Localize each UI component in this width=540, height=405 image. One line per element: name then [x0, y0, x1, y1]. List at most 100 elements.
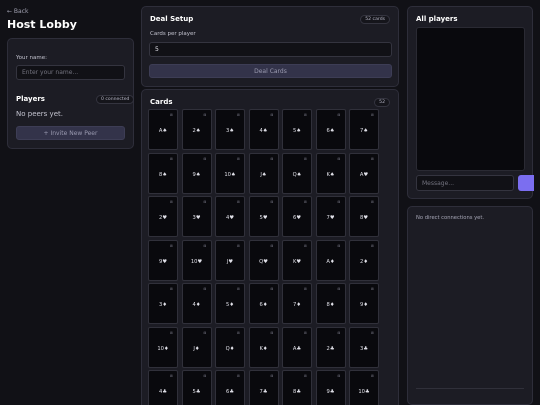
card-select-icon: ⊠ [236, 156, 240, 161]
card[interactable]: ⊠ Q♦ [215, 326, 245, 368]
card-label: 7♠ [360, 128, 368, 134]
card-label: A♣ [292, 345, 302, 352]
send-button[interactable] [518, 175, 534, 191]
card[interactable]: ⊠ 7♥ [315, 196, 346, 237]
card[interactable]: ⊠ 9♠ [181, 152, 212, 194]
card-label: Q♦ [225, 345, 235, 352]
card-label: 5♣ [192, 389, 201, 395]
card[interactable]: ⊠ 3♣ [349, 326, 379, 368]
card-label: Q♠ [292, 171, 302, 178]
card-label: 6♦ [259, 302, 268, 308]
card[interactable]: ⊠ 2♥ [148, 196, 178, 237]
card[interactable]: ⊠ 9♦ [349, 283, 379, 324]
invite-peer-button[interactable]: + Invite New Peer [16, 126, 125, 140]
card[interactable]: ⊠ 4♠ [248, 109, 279, 150]
message-input[interactable] [416, 175, 514, 191]
card[interactable]: ⊠ 8♠ [148, 152, 178, 194]
card[interactable]: ⊠ J♠ [248, 152, 279, 194]
card[interactable]: ⊠ 4♦ [181, 283, 212, 324]
card-label: 6♥ [293, 215, 301, 221]
card[interactable]: ⊠ 2♦ [349, 239, 379, 281]
card[interactable]: ⊠ K♥ [282, 239, 312, 281]
back-link[interactable]: ← Back [7, 8, 29, 15]
card[interactable]: ⊠ 3♥ [181, 196, 212, 237]
card[interactable]: ⊠ 7♦ [282, 283, 312, 324]
card[interactable]: ⊠ 9♣ [315, 370, 346, 405]
card-label: 2♥ [159, 215, 167, 221]
card-select-icon: ⊠ [270, 156, 274, 161]
card[interactable]: ⊠ 8♣ [282, 370, 312, 405]
card-label: 7♣ [259, 389, 268, 395]
cards-heading: Cards [150, 98, 173, 106]
card-label: 9♣ [326, 389, 335, 395]
card[interactable]: ⊠ 6♥ [282, 196, 312, 237]
card-select-icon: ⊠ [370, 156, 374, 161]
card-label: 9♦ [360, 302, 368, 308]
card-select-icon: ⊠ [370, 113, 374, 117]
no-peers-text: No peers yet. [16, 110, 63, 118]
card[interactable]: ⊠ A♠ [148, 109, 178, 150]
card[interactable]: ⊠ A♥ [349, 152, 379, 194]
card[interactable]: ⊠ Q♥ [248, 239, 279, 281]
card[interactable]: ⊠ A♣ [282, 326, 312, 368]
card-label: 7♥ [326, 215, 335, 221]
card[interactable]: ⊠ A♦ [315, 239, 346, 281]
card-select-icon: ⊠ [270, 330, 274, 335]
card-select-icon: ⊠ [203, 330, 207, 335]
card[interactable]: ⊠ 5♣ [181, 370, 212, 405]
card-label: 10♣ [358, 389, 370, 395]
card-select-icon: ⊠ [203, 200, 207, 204]
card-select-icon: ⊠ [236, 200, 240, 204]
card[interactable]: ⊠ 2♠ [181, 109, 212, 150]
card-label: 9♥ [159, 258, 167, 265]
card[interactable]: ⊠ 7♠ [349, 109, 379, 150]
card[interactable]: ⊠ 6♠ [315, 109, 346, 150]
card[interactable]: ⊠ 5♠ [282, 109, 312, 150]
card-select-icon: ⊠ [337, 287, 341, 291]
card-label: K♦ [259, 345, 268, 352]
card[interactable]: ⊠ 5♥ [248, 196, 279, 237]
card[interactable]: ⊠ 10♦ [148, 326, 178, 368]
card[interactable]: ⊠ 4♥ [215, 196, 245, 237]
card[interactable]: ⊠ 6♦ [248, 283, 279, 324]
card-select-icon: ⊠ [303, 287, 307, 291]
card[interactable]: ⊠ 3♦ [148, 283, 178, 324]
card-label: 10♠ [224, 171, 236, 178]
card-select-icon: ⊠ [270, 200, 274, 204]
card-label: Q♥ [259, 258, 268, 265]
card[interactable]: ⊠ 4♣ [148, 370, 178, 405]
card-select-icon: ⊠ [370, 200, 374, 204]
card-label: 8♥ [360, 215, 368, 221]
card-label: 5♠ [293, 128, 301, 134]
deal-cards-button[interactable]: Deal Cards [149, 64, 392, 78]
card[interactable]: ⊠ 8♥ [349, 196, 379, 237]
card-select-icon: ⊠ [370, 374, 374, 378]
card[interactable]: ⊠ 2♣ [315, 326, 346, 368]
card-label: 3♠ [226, 128, 234, 134]
card[interactable]: ⊠ 9♥ [148, 239, 178, 281]
card[interactable]: ⊠ 5♦ [215, 283, 245, 324]
card[interactable]: ⊠ K♠ [315, 152, 346, 194]
card[interactable]: ⊠ J♦ [181, 326, 212, 368]
card[interactable]: ⊠ 10♥ [181, 239, 212, 281]
card[interactable]: ⊠ 10♠ [215, 152, 245, 194]
card-label: 3♦ [159, 302, 167, 308]
card[interactable]: ⊠ 8♦ [315, 283, 346, 324]
cards-count-badge: 52 cards [360, 15, 390, 24]
cards-grid: ⊠ A♠ ⊠ 2♠ ⊠ 3♠ ⊠ 4♠ ⊠ 5♠ ⊠ 6♠ ⊠ 7♠ ⊠ 8♠ ⊠ 9♠ ⊠ 10♠ ⊠ J♠ ⊠ Q♠ ⊠ K♠… [148, 109, 388, 405]
card-select-icon: ⊠ [236, 243, 240, 248]
card-label: 4♦ [192, 302, 201, 308]
card[interactable]: ⊠ 6♣ [215, 370, 245, 405]
card-label: J♥ [226, 258, 234, 265]
card-select-icon: ⊠ [169, 330, 173, 335]
card-select-icon: ⊠ [370, 287, 374, 291]
card[interactable]: ⊠ J♥ [215, 239, 245, 281]
card[interactable]: ⊠ 7♣ [248, 370, 279, 405]
card[interactable]: ⊠ 10♣ [349, 370, 379, 405]
card-label: 3♣ [360, 345, 368, 352]
name-input[interactable] [16, 65, 125, 80]
cards-per-player-input[interactable] [149, 42, 392, 57]
card[interactable]: ⊠ 3♠ [215, 109, 245, 150]
card[interactable]: ⊠ K♦ [248, 326, 279, 368]
card[interactable]: ⊠ Q♠ [282, 152, 312, 194]
